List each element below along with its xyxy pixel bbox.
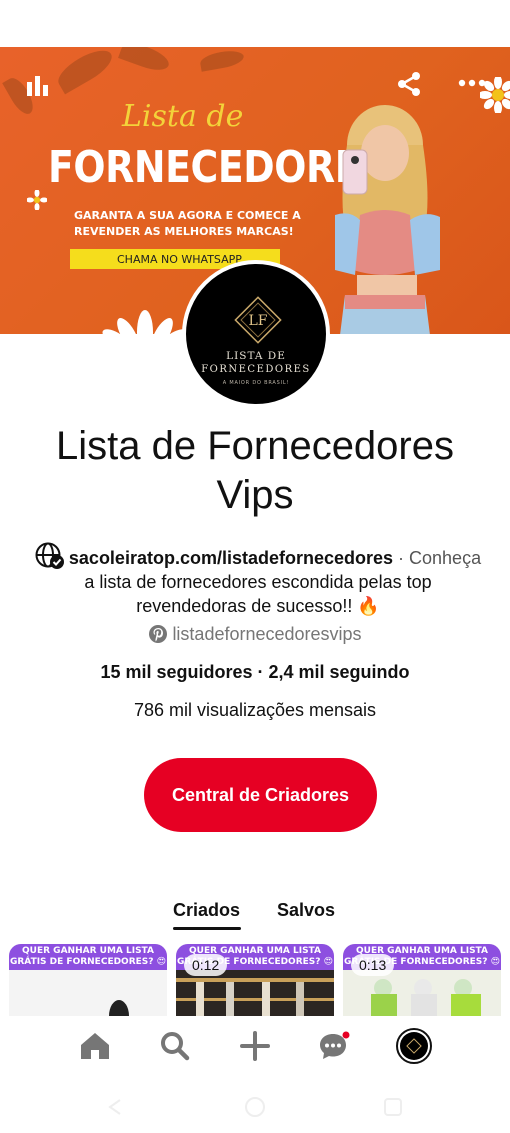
profile-name: Lista de Fornecedores Vips (0, 422, 510, 520)
handle-text[interactable]: listadefornecedoresvips (172, 624, 361, 644)
pin-card[interactable]: QUER GANHAR UMA LISTA GRÁTIS DE FORNECED… (176, 944, 334, 1016)
back-icon[interactable] (104, 1098, 126, 1116)
profile-name-line-2: Vips (216, 473, 294, 517)
pinterest-icon (149, 625, 168, 643)
avatar-line-2: FORNECEDORES (201, 364, 311, 375)
svg-text:LF: LF (248, 313, 267, 329)
avatar-line-1: LISTA DE (226, 350, 286, 362)
daisy-decoration (102, 310, 188, 334)
pin-card[interactable]: QUER GANHAR UMA LISTA GRÁTIS DE FORNECED… (9, 944, 167, 1016)
bio-text-1: · Conheça (393, 548, 482, 568)
home-system-icon[interactable] (244, 1096, 266, 1118)
system-navigation-bar (0, 1080, 510, 1133)
pin-thumbnail (176, 970, 334, 1016)
follower-stats[interactable]: 15 mil seguidores · 2,4 mil seguindo (0, 662, 510, 683)
more-icon[interactable] (456, 73, 488, 93)
banner-subtitle-line-2: REVENDER AS MELHORES MARCAS! (74, 225, 294, 238)
bio-text-2: a lista de fornecedores escondida pelas … (84, 572, 432, 592)
avatar-line-3: A MAIOR DO BRASIL! (222, 380, 290, 386)
active-tab-indicator (173, 927, 241, 930)
whatsapp-cta-text: CHAMA NO WHATSAPP (117, 253, 242, 266)
pin-title: QUER GANHAR UMA LISTA GRÁTIS DE FORNECED… (9, 944, 167, 970)
profile-bio: sacoleiratop.com/listadefornecedores · C… (22, 542, 494, 618)
profile-avatar[interactable]: LF LISTA DE FORNECEDORES A MAIOR DO BRAS… (182, 260, 330, 408)
verified-website-icon (35, 542, 64, 569)
banner-script-title: Lista de (122, 99, 244, 134)
video-duration: 0:12 (184, 954, 228, 976)
leaf-decoration (198, 48, 246, 72)
daisy-decoration (27, 190, 47, 210)
leaf-decoration (53, 47, 117, 95)
stats-icon[interactable] (22, 69, 54, 101)
monthly-views: 786 mil visualizações mensais (133, 700, 377, 720)
pin-card[interactable]: QUER GANHAR UMA LISTA GRÁTIS DE FORNECED… (343, 944, 501, 1016)
create-icon[interactable] (235, 1028, 275, 1064)
recents-icon[interactable] (382, 1096, 404, 1118)
home-icon[interactable] (75, 1028, 115, 1064)
share-icon[interactable] (394, 69, 424, 99)
profile-name-line-1: Lista de Fornecedores (55, 424, 454, 468)
search-icon[interactable] (155, 1028, 195, 1064)
leaf-decoration (118, 47, 172, 75)
logo-emblem-icon: LF (234, 296, 282, 344)
video-duration: 0:13 (351, 954, 395, 976)
profile-handle: listadefornecedoresvips (0, 624, 510, 645)
bio-text-3: revendedoras de sucesso!! 🔥 (136, 596, 380, 616)
website-link[interactable]: sacoleiratop.com/listadefornecedores (69, 548, 393, 568)
status-area (0, 0, 510, 47)
model-photo (335, 105, 440, 334)
tab-created[interactable]: Criados (173, 900, 240, 921)
creator-hub-button[interactable]: Central de Criadores (144, 758, 377, 832)
banner-subtitle-line-1: GARANTA A SUA AGORA E COMECE A (74, 209, 301, 222)
pin-thumbnail (9, 970, 167, 1016)
profile-nav-avatar[interactable] (394, 1028, 434, 1064)
messages-icon[interactable] (314, 1028, 354, 1064)
tab-saved[interactable]: Salvos (277, 900, 335, 921)
pin-thumbnail (343, 970, 501, 1016)
